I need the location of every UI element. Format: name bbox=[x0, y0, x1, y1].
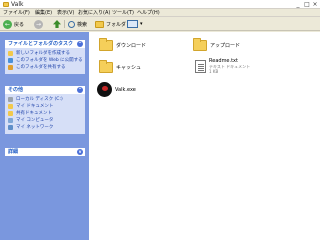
file-tasks-panel: ファイルとフォルダのタスク ^ 新しいフォルダを作成する このフォルダを Web… bbox=[5, 40, 85, 74]
folders-label: フォルダ bbox=[106, 21, 127, 28]
collapse-icon[interactable]: ^ bbox=[77, 41, 83, 47]
file-size: 1 KB bbox=[209, 69, 219, 74]
forward-arrow-icon: → bbox=[34, 19, 43, 29]
file-name: ダウンロード bbox=[116, 43, 147, 49]
back-arrow-icon: ← bbox=[3, 19, 12, 29]
menu-bar: ファイル(F) 編集(E) 表示(V) お気に入り(A) ツール(T) ヘルプ(… bbox=[0, 9, 320, 17]
window-title: Valk bbox=[11, 1, 24, 8]
place-label: ローカル ディスク (C:) bbox=[16, 97, 63, 102]
file-item[interactable]: Readme.txt テキスト ドキュメント 1 KB bbox=[195, 59, 250, 74]
place-my-computer[interactable]: マイ コンピュータ bbox=[5, 117, 85, 124]
shared-folder-icon bbox=[8, 111, 13, 116]
task-pane: ファイルとフォルダのタスク ^ 新しいフォルダを作成する このフォルダを Web… bbox=[0, 32, 89, 240]
file-item[interactable]: アップロード bbox=[193, 38, 241, 51]
place-shared-documents[interactable]: 共有ドキュメント bbox=[5, 110, 85, 117]
place-label: マイ コンピュータ bbox=[16, 118, 54, 123]
task-share-folder[interactable]: このフォルダを共有する bbox=[5, 64, 85, 71]
explorer-window: Valk _ □ × ファイル(F) 編集(E) 表示(V) お気に入り(A) … bbox=[0, 0, 320, 240]
menu-edit[interactable]: 編集(E) bbox=[35, 10, 52, 16]
task-publish-web[interactable]: このフォルダを Web に公開する bbox=[5, 57, 85, 64]
menu-view[interactable]: 表示(V) bbox=[57, 10, 74, 16]
other-places-list: ローカル ディスク (C:) マイ ドキュメント 共有ドキュメント マイ コンピ… bbox=[5, 94, 85, 134]
share-icon bbox=[8, 65, 13, 70]
documents-folder-icon bbox=[8, 104, 13, 109]
file-tasks-list: 新しいフォルダを作成する このフォルダを Web に公開する このフォルダを共有… bbox=[5, 48, 85, 74]
views-button[interactable]: ▾ bbox=[127, 19, 143, 29]
back-label: 戻る bbox=[14, 21, 25, 28]
globe-icon bbox=[8, 58, 13, 63]
network-icon bbox=[8, 125, 13, 130]
file-list: ダウンロード アップロード キャッシュ Readme.txt テキスト ドキュメ… bbox=[89, 32, 320, 240]
back-button[interactable]: ← 戻る bbox=[3, 19, 24, 29]
place-label: 共有ドキュメント bbox=[16, 111, 52, 116]
folders-icon bbox=[95, 20, 104, 28]
place-label: マイ ドキュメント bbox=[16, 104, 54, 109]
file-name: キャッシュ bbox=[116, 65, 142, 71]
file-text: Readme.txt テキスト ドキュメント 1 KB bbox=[209, 59, 250, 75]
menu-help[interactable]: ヘルプ(H) bbox=[137, 10, 160, 16]
folder-icon bbox=[99, 38, 113, 51]
views-icon bbox=[127, 20, 138, 28]
app-icon bbox=[97, 82, 112, 97]
task-label: このフォルダを Web に公開する bbox=[16, 58, 83, 63]
drive-icon bbox=[8, 97, 13, 102]
file-tasks-title: ファイルとフォルダのタスク bbox=[8, 41, 74, 47]
search-icon bbox=[68, 20, 75, 28]
file-item[interactable]: Valk.exe bbox=[97, 82, 136, 97]
views-dropdown-icon: ▾ bbox=[140, 21, 143, 27]
collapse-icon[interactable]: ^ bbox=[77, 87, 83, 93]
task-new-folder[interactable]: 新しいフォルダを作成する bbox=[5, 50, 85, 57]
new-folder-icon bbox=[8, 51, 13, 56]
search-label: 検索 bbox=[77, 21, 88, 28]
details-panel: 詳細 v bbox=[5, 148, 85, 156]
place-my-network[interactable]: マイ ネットワーク bbox=[5, 124, 85, 131]
search-button[interactable]: 検索 bbox=[68, 19, 87, 29]
other-places-panel: その他 ^ ローカル ディスク (C:) マイ ドキュメント 共有ドキュメント bbox=[5, 86, 85, 134]
up-folder-icon bbox=[53, 20, 61, 28]
file-item[interactable]: キャッシュ bbox=[99, 60, 142, 73]
up-button[interactable] bbox=[53, 19, 61, 29]
folder-icon bbox=[193, 38, 207, 51]
expand-icon[interactable]: v bbox=[77, 149, 83, 155]
forward-button[interactable]: → bbox=[34, 19, 43, 29]
menu-tools[interactable]: ツール(T) bbox=[112, 10, 134, 16]
file-tasks-header[interactable]: ファイルとフォルダのタスク ^ bbox=[5, 40, 85, 48]
task-label: 新しいフォルダを作成する bbox=[16, 51, 70, 56]
minimize-button[interactable]: _ bbox=[294, 1, 302, 8]
computer-icon bbox=[8, 118, 13, 123]
file-item[interactable]: ダウンロード bbox=[99, 38, 147, 51]
close-button[interactable]: × bbox=[311, 1, 319, 8]
menu-favorites[interactable]: お気に入り(A) bbox=[78, 10, 110, 16]
text-file-icon bbox=[195, 60, 206, 73]
toolbar: ← 戻る → 検索 フォルダ ▾ bbox=[0, 17, 320, 31]
maximize-button[interactable]: □ bbox=[303, 1, 311, 8]
other-places-header[interactable]: その他 ^ bbox=[5, 86, 85, 94]
place-my-documents[interactable]: マイ ドキュメント bbox=[5, 103, 85, 110]
other-places-title: その他 bbox=[8, 87, 24, 93]
place-local-disk[interactable]: ローカル ディスク (C:) bbox=[5, 96, 85, 103]
folder-icon bbox=[3, 2, 9, 7]
folder-icon bbox=[99, 60, 113, 73]
details-title: 詳細 bbox=[8, 149, 19, 155]
toolbar-separator bbox=[64, 20, 65, 28]
details-header[interactable]: 詳細 v bbox=[5, 148, 85, 156]
file-name: Valk.exe bbox=[115, 86, 136, 93]
menu-file[interactable]: ファイル(F) bbox=[3, 10, 30, 16]
folders-button[interactable]: フォルダ bbox=[95, 19, 126, 29]
title-bar[interactable]: Valk _ □ × bbox=[0, 0, 320, 9]
file-name: アップロード bbox=[210, 43, 241, 49]
task-label: このフォルダを共有する bbox=[16, 65, 66, 70]
place-label: マイ ネットワーク bbox=[16, 125, 54, 130]
